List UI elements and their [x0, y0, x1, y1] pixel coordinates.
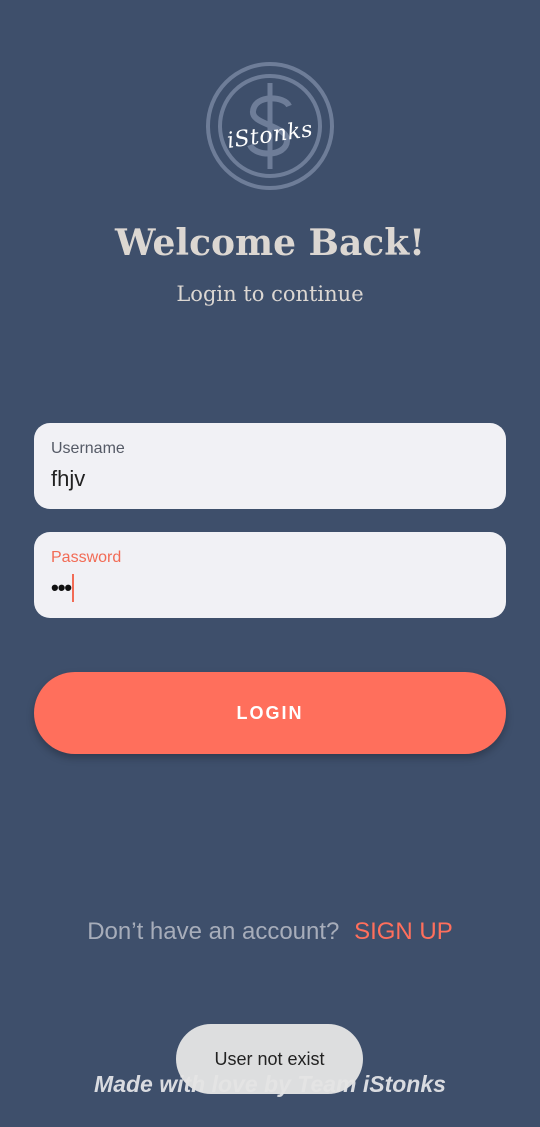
signup-prompt: Don’t have an account? [87, 918, 340, 945]
username-label: Username [51, 440, 125, 457]
username-input-value[interactable]: fhjv [51, 466, 489, 492]
welcome-title: Welcome Back! [115, 222, 425, 264]
login-button[interactable]: LOGIN [34, 672, 506, 754]
app-logo: iStonks [205, 61, 335, 191]
password-field[interactable]: Password ••• [34, 532, 506, 618]
signup-link[interactable]: SIGN UP [354, 918, 453, 945]
username-field[interactable]: Username fhjv [34, 423, 506, 509]
text-cursor [72, 574, 75, 602]
login-subtitle: Login to continue [176, 282, 364, 306]
password-label: Password [51, 549, 122, 566]
signup-row: Don’t have an account? SIGN UP [0, 918, 540, 946]
password-masked-value: ••• [51, 575, 72, 600]
toast-message: User not exist [176, 1024, 363, 1094]
password-input[interactable]: ••• [51, 573, 489, 603]
